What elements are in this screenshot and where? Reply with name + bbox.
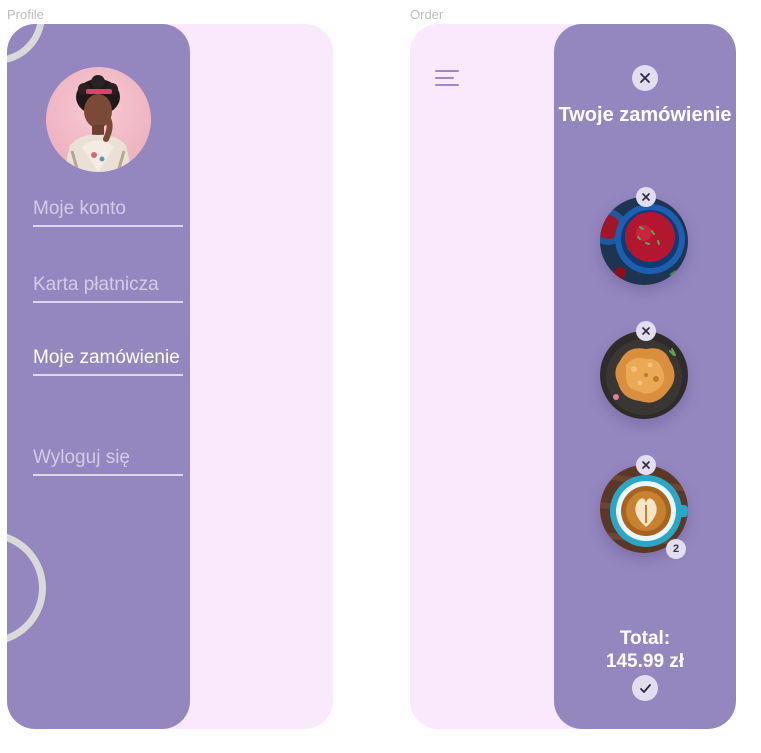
- order-panel: Twoje zamówienie 2 Total: 145.99 zł: [554, 24, 736, 729]
- close-button[interactable]: [632, 65, 658, 91]
- order-item-soup[interactable]: [600, 197, 688, 285]
- order-title: Twoje zamówienie: [558, 104, 732, 126]
- fried-cutlet-image: [600, 331, 688, 419]
- menu-item-my-order[interactable]: Moje zamówienie: [33, 346, 183, 376]
- profile-frame-label: Profile: [7, 7, 44, 22]
- order-item-cutlet[interactable]: [600, 331, 688, 419]
- order-total: Total: 145.99 zł: [554, 627, 736, 673]
- confirm-order-button[interactable]: [632, 675, 658, 701]
- check-icon: [639, 683, 651, 693]
- close-icon: [642, 461, 650, 469]
- order-frame-label: Order: [410, 7, 444, 22]
- close-icon: [642, 193, 650, 201]
- remove-item-button[interactable]: [636, 321, 656, 341]
- decorative-ring-bottom: [7, 531, 46, 645]
- menu-item-payment-card[interactable]: Karta płatnicza: [33, 273, 183, 303]
- close-icon: [642, 327, 650, 335]
- avatar[interactable]: [46, 67, 151, 172]
- beet-soup-image: [600, 197, 688, 285]
- menu-item-logout[interactable]: Wyloguj się: [33, 446, 183, 476]
- total-label: Total:: [619, 628, 671, 649]
- remove-item-button[interactable]: [636, 455, 656, 475]
- close-icon: [640, 73, 650, 83]
- avatar-photo-icon: [64, 75, 132, 172]
- hamburger-icon[interactable]: [435, 70, 461, 86]
- remove-item-button[interactable]: [636, 187, 656, 207]
- menu-item-my-account[interactable]: Moje konto: [33, 197, 183, 227]
- profile-screen: Moje konto Karta płatnicza Moje zamówien…: [7, 24, 333, 729]
- decorative-ring-top: [7, 24, 45, 64]
- quantity-badge: 2: [666, 539, 686, 559]
- order-screen: Twoje zamówienie 2 Total: 145.99 zł: [410, 24, 736, 729]
- profile-side-menu: Moje konto Karta płatnicza Moje zamówien…: [7, 24, 190, 729]
- total-value: 145.99 zł: [605, 651, 685, 672]
